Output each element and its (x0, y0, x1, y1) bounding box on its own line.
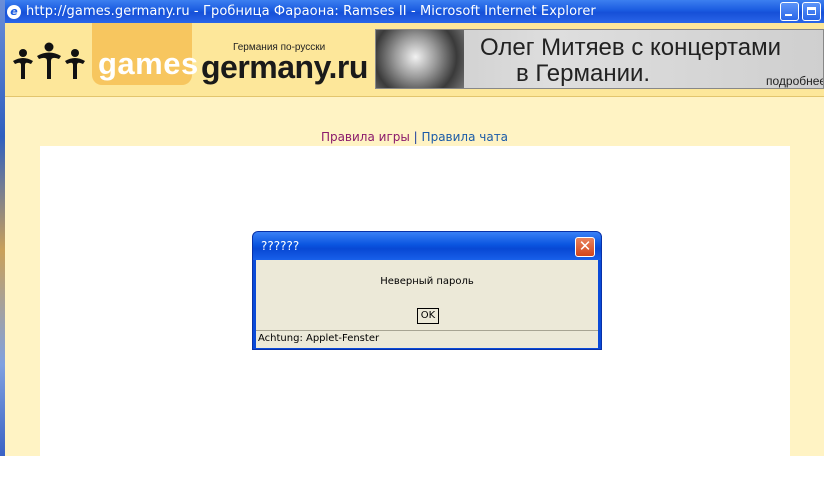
maximize-button[interactable] (802, 2, 821, 21)
people-logo-svg (13, 42, 85, 79)
people-logo-icon[interactable] (11, 35, 91, 85)
games-tab-label: games (98, 46, 199, 81)
ie-icon: e (7, 4, 21, 19)
applet-dialog: ?????? ✕ Неверный пароль OK Achtung: App… (252, 231, 602, 350)
applet-warning-status: Achtung: Applet-Fenster (256, 330, 598, 347)
window-title: http://games.germany.ru - Гробница Фарао… (26, 4, 596, 19)
close-icon[interactable]: ✕ (575, 237, 595, 257)
site-logo-name[interactable]: germany.ru (201, 49, 368, 86)
banner-subline: в Германии. (516, 60, 651, 87)
banner-photo (376, 30, 464, 88)
dialog-titlebar[interactable]: ?????? ✕ (253, 232, 601, 260)
chat-rules-link[interactable]: Правила чата (422, 130, 509, 144)
dialog-message: Неверный пароль (380, 276, 474, 287)
game-rules-link[interactable]: Правила игры (321, 130, 410, 144)
rules-links: Правила игры | Правила чата (5, 130, 824, 144)
browser-titlebar[interactable]: e http://games.germany.ru - Гробница Фар… (5, 0, 824, 23)
games-tab[interactable]: games (92, 23, 198, 85)
dialog-title: ?????? (261, 239, 300, 253)
links-separator: | (413, 130, 418, 144)
ad-banner[interactable]: Олег Митяев с концертами в Германии. под… (375, 29, 824, 89)
banner-headline: Олег Митяев с концертами (480, 34, 781, 61)
minimize-button[interactable] (780, 2, 799, 21)
ok-button[interactable]: OK (417, 308, 439, 324)
banner-more-link[interactable]: подробнее (766, 74, 823, 88)
dialog-body: Неверный пароль OK Achtung: Applet-Fenst… (256, 260, 598, 348)
site-header: games Германия по-русски germany.ru Олег… (5, 23, 824, 97)
